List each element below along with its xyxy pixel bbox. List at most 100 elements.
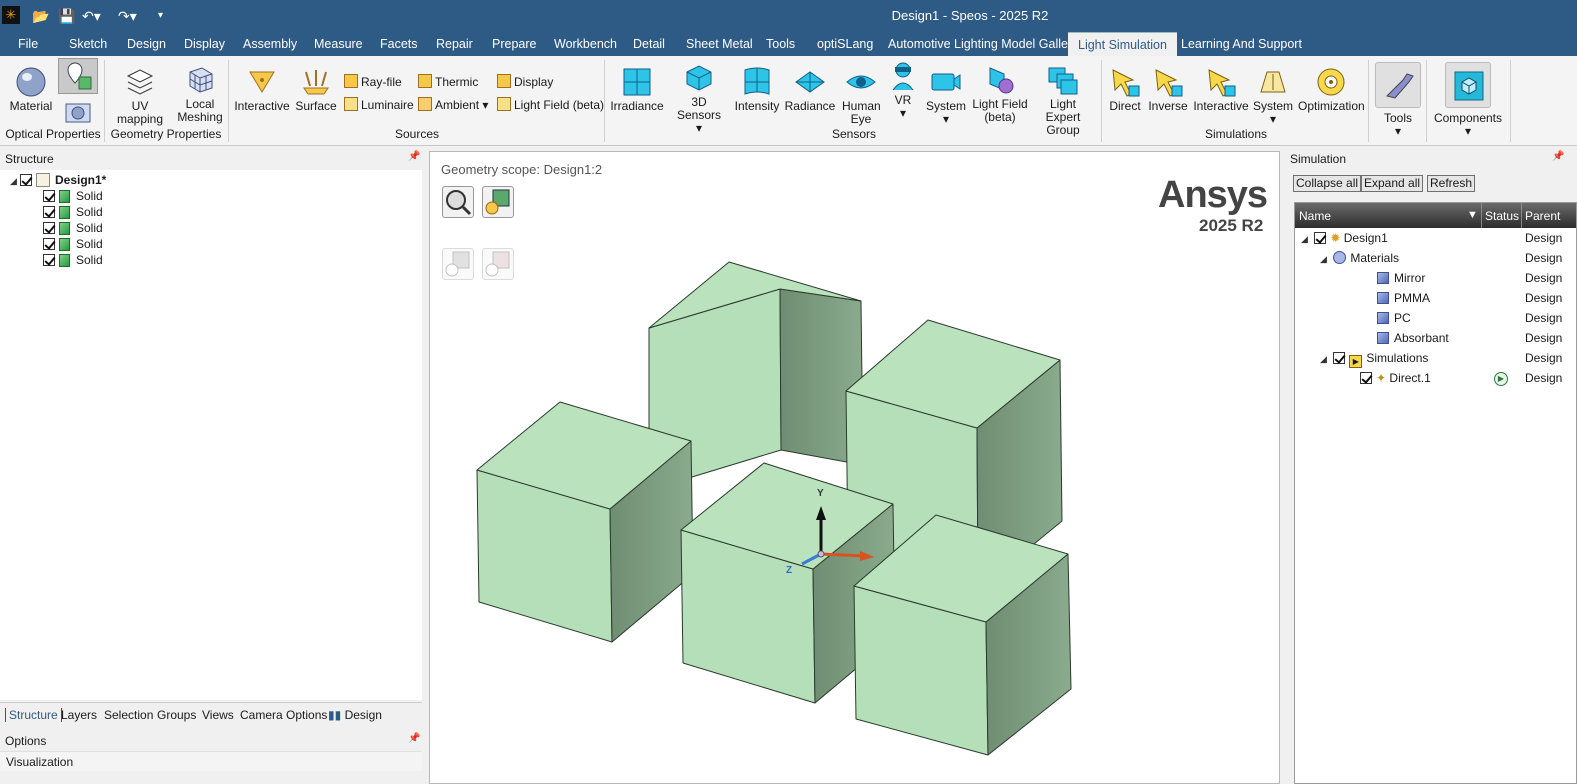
surface-source-label: Surface [295, 99, 337, 113]
sim-row-simulations[interactable]: ◢ ▶ Simulations [1320, 348, 1428, 368]
collapse-icon[interactable]: ◢ [10, 173, 20, 189]
tab-facets[interactable]: Facets [380, 32, 418, 56]
tab-learning-support[interactable]: Learning And Support [1181, 32, 1302, 56]
3d-sensors-button[interactable]: 3D Sensors ▾ [668, 62, 730, 135]
sim-row-direct1[interactable]: ✦ Direct.1 [1360, 368, 1431, 388]
uv-mapping-button[interactable]: UV mapping [108, 66, 172, 126]
pin-icon[interactable]: 📌 [408, 151, 420, 162]
tools-button[interactable]: Tools ▾ [1374, 62, 1422, 138]
tab-detail[interactable]: Detail [633, 32, 665, 56]
light-field-source-button[interactable]: Light Field (beta) [497, 96, 604, 114]
disabled-tool-button-1[interactable] [442, 248, 474, 280]
column-name[interactable]: Name [1299, 209, 1331, 223]
ambient-source-button[interactable]: Ambient ▾ [418, 96, 488, 114]
tab-tools[interactable]: Tools [766, 32, 795, 56]
irradiance-sensor-button[interactable]: Irradiance [610, 66, 664, 113]
human-eye-sensor-button[interactable]: Human Eye [840, 66, 882, 126]
tab-sketch[interactable]: Sketch [69, 32, 107, 56]
vr-sensor-button[interactable]: VR ▾ [886, 60, 920, 120]
system-simulation-button[interactable]: System ▾ [1252, 66, 1294, 126]
material-button[interactable]: Material [8, 66, 54, 113]
sim-row-mirror[interactable]: Mirror [1377, 268, 1425, 288]
checkbox[interactable] [1333, 352, 1346, 364]
checkbox[interactable] [43, 206, 55, 218]
checkbox[interactable] [43, 238, 55, 250]
direct-simulation-button[interactable]: Direct [1106, 66, 1144, 113]
light-field-sensor-button[interactable]: Light Field (beta) [972, 64, 1028, 124]
local-meshing-button[interactable]: Local Meshing [176, 64, 224, 124]
options-panel-title[interactable]: Options [5, 733, 46, 749]
sim-row-pc[interactable]: PC [1377, 308, 1411, 328]
sim-row-pmma[interactable]: PMMA [1377, 288, 1430, 308]
3d-viewport[interactable]: Geometry scope: Design1:2 Ansys 2025 R2 [429, 151, 1280, 784]
tab-assembly[interactable]: Assembly [243, 32, 297, 56]
tab-workbench[interactable]: Workbench [554, 32, 617, 56]
tab-file[interactable]: File [18, 32, 38, 56]
tab-layers[interactable]: Layers [61, 708, 97, 722]
column-status[interactable]: Status [1485, 209, 1519, 223]
column-parent[interactable]: Parent [1525, 209, 1560, 223]
version-label: 2025 R2 [1199, 216, 1264, 235]
thermic-source-button[interactable]: Thermic [418, 73, 478, 91]
sim-row-materials[interactable]: ◢ Materials [1320, 248, 1399, 268]
checkbox[interactable] [1314, 232, 1327, 244]
filter-icon[interactable]: ▼ [1467, 209, 1478, 221]
root-checkbox[interactable] [20, 174, 32, 186]
tab-sheet-metal[interactable]: Sheet Metal [686, 32, 753, 56]
disabled-tool-button-2[interactable] [482, 248, 514, 280]
tab-selection[interactable]: Selection [104, 708, 153, 722]
run-simulation-icon[interactable]: ▶ [1494, 372, 1508, 386]
refresh-button[interactable]: Refresh [1427, 175, 1476, 192]
optimization-button[interactable]: Optimization [1298, 66, 1365, 113]
tab-measure[interactable]: Measure [314, 32, 363, 56]
visualization-label[interactable]: Visualization [6, 755, 73, 769]
pin-icon[interactable]: 📌 [1552, 151, 1564, 162]
tab-design[interactable]: ▮▮ Design [328, 708, 382, 722]
interactive-source-button[interactable]: Interactive [234, 66, 290, 113]
interactive-simulation-button[interactable]: Interactive [1192, 66, 1250, 113]
checkbox[interactable] [43, 190, 55, 202]
tree-item-solid-3[interactable]: Solid [43, 220, 103, 236]
luminaire-source-button[interactable]: Luminaire [344, 96, 414, 114]
tree-item-solid-2[interactable]: Solid [43, 204, 103, 220]
tree-item-solid-5[interactable]: Solid [43, 252, 103, 268]
components-button[interactable]: Components ▾ [1432, 62, 1504, 138]
tab-structure[interactable]: Structure [5, 708, 62, 722]
ray-file-source-button[interactable]: Ray-file [344, 73, 402, 91]
tab-design[interactable]: Design [127, 32, 166, 56]
tree-root[interactable]: ◢ Design1* [10, 172, 106, 188]
pin-icon[interactable]: 📌 [408, 733, 420, 744]
surface-source-button[interactable]: Surface [294, 66, 338, 113]
collapse-icon[interactable]: ◢ [1320, 349, 1330, 369]
display-source-button[interactable]: Display [497, 73, 553, 91]
tab-optislang[interactable]: optiSLang [817, 32, 873, 56]
intensity-sensor-button[interactable]: Intensity [734, 66, 780, 113]
tab-groups[interactable]: Groups [157, 708, 196, 722]
solid-icon [59, 238, 70, 251]
tab-camera-options[interactable]: Camera Options [240, 708, 327, 722]
tab-views[interactable]: Views [202, 708, 234, 722]
tab-display[interactable]: Display [184, 32, 225, 56]
texture-button[interactable] [62, 98, 94, 126]
tab-automotive-lighting[interactable]: Automotive Lighting Model Gallery [888, 32, 1078, 56]
tree-item-solid-1[interactable]: Solid [43, 188, 103, 204]
system-sensor-button[interactable]: System ▾ [924, 66, 968, 126]
sim-row-design1[interactable]: ◢ ✹ Design1 [1301, 228, 1388, 248]
zoom-scope-button[interactable] [442, 186, 474, 218]
radiance-sensor-button[interactable]: Radiance [784, 66, 836, 113]
expand-all-button[interactable]: Expand all [1361, 175, 1424, 192]
scope-geometry-button[interactable] [482, 186, 514, 218]
sim-row-absorbant[interactable]: Absorbant [1377, 328, 1449, 348]
collapse-icon[interactable]: ◢ [1320, 249, 1330, 269]
collapse-all-button[interactable]: Collapse all [1293, 175, 1362, 192]
tree-item-solid-4[interactable]: Solid [43, 236, 103, 252]
tab-light-simulation[interactable]: Light Simulation [1068, 32, 1177, 56]
inverse-simulation-button[interactable]: Inverse [1146, 66, 1190, 113]
checkbox[interactable] [43, 222, 55, 234]
checkbox[interactable] [1360, 372, 1372, 384]
collapse-icon[interactable]: ◢ [1301, 229, 1311, 249]
checkbox[interactable] [43, 254, 55, 266]
locate-material-button[interactable] [58, 58, 98, 94]
tab-prepare[interactable]: Prepare [492, 32, 536, 56]
tab-repair[interactable]: Repair [436, 32, 473, 56]
